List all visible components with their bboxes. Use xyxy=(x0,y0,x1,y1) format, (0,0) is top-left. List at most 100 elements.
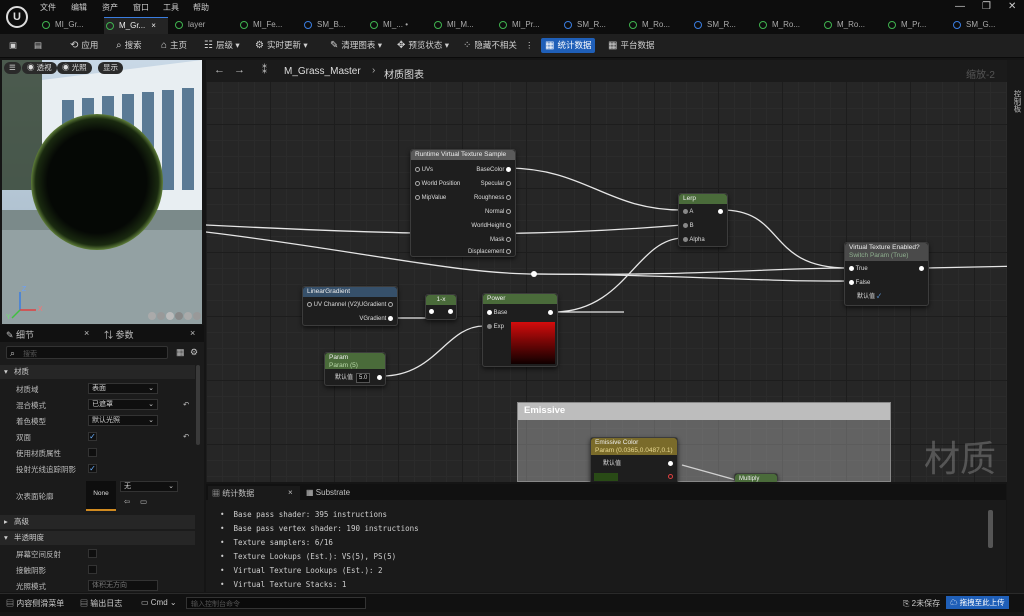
console-command-input[interactable]: 输入控制台命令 xyxy=(186,597,366,609)
node-scalar-param[interactable]: Param Param (5) 默认值 5.0 xyxy=(324,352,386,386)
output-pin[interactable]: Specular xyxy=(481,180,511,188)
subsurface-thumbnail[interactable]: None xyxy=(86,481,116,511)
home-button[interactable]: ⌂ 主页 xyxy=(161,38,187,53)
apply-button[interactable]: ⟲ 应用 xyxy=(70,38,98,53)
breadcrumb-asset[interactable]: M_Grass_Master xyxy=(284,66,361,77)
minimize-button[interactable]: — xyxy=(955,1,965,12)
tab-substrate[interactable]: ▦ Substrate xyxy=(306,488,350,497)
input-pin[interactable]: MipValue xyxy=(415,194,446,202)
cast-ray-traced-shadows-checkbox[interactable]: ✓ xyxy=(88,464,97,473)
hide-unrelated-button[interactable]: ⁘ 隐藏不相关 xyxy=(463,38,517,53)
content-drawer-button[interactable]: ▤ 内容侧滑菜单 xyxy=(6,598,64,609)
tab-asset[interactable]: SM_R... xyxy=(692,17,754,34)
lit-button[interactable]: ◉ 光照 xyxy=(57,62,92,74)
tab-stats[interactable]: ▦ 统计数据 × xyxy=(208,486,300,500)
clean-graph-button[interactable]: ✎ 清理图表 ▾ xyxy=(330,38,382,53)
input-pin[interactable] xyxy=(429,308,434,316)
output-pin[interactable] xyxy=(919,265,924,273)
output-pin[interactable]: Displacement xyxy=(468,248,511,256)
details-scrollbar[interactable] xyxy=(196,365,200,445)
tab-asset[interactable]: SM_R... xyxy=(562,17,624,34)
browse-icon[interactable]: ▤ xyxy=(34,38,42,52)
tab-asset[interactable]: SM_B... xyxy=(302,17,364,34)
node-linear-gradient[interactable]: LinearGradient UV Channel (V2) UGradient… xyxy=(302,286,398,326)
table-view-icon[interactable]: ▦ xyxy=(176,347,185,358)
maximize-button[interactable]: ❐ xyxy=(982,1,991,12)
output-pin[interactable]: Mask xyxy=(490,236,511,244)
palette-strip[interactable]: 控制板 xyxy=(1007,60,1024,593)
input-pin[interactable]: Exp xyxy=(487,323,504,331)
emissive-color-swatch[interactable] xyxy=(594,473,618,481)
section-translucency[interactable]: ▾ 半透明度 xyxy=(0,531,195,545)
tab-asset[interactable]: MI_Gr... xyxy=(40,17,102,34)
input-pin[interactable]: Alpha xyxy=(683,236,705,244)
browse-folder-icon[interactable]: ▭ xyxy=(140,497,147,506)
tab-asset[interactable]: M_Pr... xyxy=(886,17,948,34)
output-pin[interactable]: Normal xyxy=(485,208,511,216)
node-lerp[interactable]: Lerp A B Alpha xyxy=(678,193,728,247)
output-pin[interactable] xyxy=(548,309,553,317)
output-pin[interactable] xyxy=(377,374,382,382)
output-pin[interactable]: WorldHeight xyxy=(471,222,511,230)
input-pin[interactable]: UV Channel (V2) xyxy=(307,301,359,309)
tab-asset[interactable]: MI_Fe... xyxy=(238,17,298,34)
node-emissive-color[interactable]: Emissive Color Param (0.0365,0.0487,0.1) … xyxy=(590,437,678,482)
settings-gear-icon[interactable]: ⚙ xyxy=(190,347,198,358)
hierarchy-button[interactable]: ☷ 层级 ▾ xyxy=(204,38,240,53)
tab-asset[interactable]: M_Ro... xyxy=(627,17,689,34)
preview-state-button[interactable]: ✥ 预览状态 ▾ xyxy=(397,38,449,53)
unsaved-indicator[interactable]: ⎘ 2未保存 xyxy=(903,598,940,609)
output-pin[interactable] xyxy=(718,208,723,216)
node-switch-param[interactable]: Virtual Texture Enabled? Switch Param (Tr… xyxy=(844,242,929,306)
toolbar-more-icon[interactable]: ⋮ xyxy=(525,38,534,52)
two-sided-checkbox[interactable]: ✓ xyxy=(88,432,97,441)
input-pin[interactable]: Base xyxy=(487,309,507,317)
contact-shadows-checkbox[interactable] xyxy=(88,565,97,574)
input-pin[interactable]: World Position xyxy=(415,180,460,188)
tab-asset[interactable]: M_Ro... xyxy=(822,17,884,34)
lighting-mode-combo[interactable]: 体积无方向 xyxy=(88,580,158,591)
output-log-button[interactable]: ▤ 输出日志 xyxy=(80,598,122,609)
material-graph-canvas[interactable]: ← → ⁑ M_Grass_Master › 材质图表 缩放-2 Runtime… xyxy=(206,60,1024,482)
output-pin[interactable]: UGradient xyxy=(359,301,393,309)
shading-model-combo[interactable]: 默认光照 ⌄ xyxy=(88,415,158,426)
preview-viewport[interactable]: ☰ ◉ 透视 ◉ 光照 显示 Z X Y xyxy=(2,60,202,324)
section-material[interactable]: ▾ 材质 xyxy=(0,365,195,379)
live-update-button[interactable]: ⚙ 实时更新 ▾ xyxy=(255,38,308,53)
breadcrumb-section[interactable]: 材质图表 xyxy=(384,66,424,81)
screen-space-reflections-checkbox[interactable] xyxy=(88,549,97,558)
output-pin[interactable]: BaseColor xyxy=(476,166,511,174)
viewport-menu-icon[interactable]: ☰ xyxy=(4,62,21,74)
platform-stats-button[interactable]: ▦ 平台数据 xyxy=(608,38,654,53)
close-window-button[interactable]: ✕ xyxy=(1008,1,1016,12)
input-pin[interactable]: False xyxy=(849,279,870,287)
tab-asset[interactable]: M_Ro... xyxy=(757,17,819,34)
close-details-icon[interactable]: × xyxy=(84,328,89,338)
reset-arrow-icon[interactable]: ↶ xyxy=(183,432,189,441)
back-arrow-icon[interactable]: ← xyxy=(214,64,225,76)
menu-help[interactable]: 帮助 xyxy=(193,2,209,13)
menu-window[interactable]: 窗口 xyxy=(133,2,149,13)
output-pin[interactable]: Roughness xyxy=(474,194,511,202)
tab-asset-active[interactable]: M_Gr... × xyxy=(104,17,168,34)
perspective-button[interactable]: ◉ 透视 xyxy=(22,62,57,74)
material-domain-combo[interactable]: 表面 ⌄ xyxy=(88,383,158,394)
use-material-attributes-checkbox[interactable] xyxy=(88,448,97,457)
node-multiply[interactable]: Multiply xyxy=(734,473,778,482)
unreal-logo-icon[interactable]: U xyxy=(6,6,28,28)
subsurface-combo[interactable]: 无 ⌄ xyxy=(120,481,178,492)
output-pin[interactable] xyxy=(448,308,453,316)
close-stats-icon[interactable]: × xyxy=(288,488,293,497)
show-button[interactable]: 显示 xyxy=(98,62,123,74)
output-pin[interactable]: VGradient xyxy=(359,315,393,323)
menu-asset[interactable]: 资产 xyxy=(102,2,118,13)
node-one-minus[interactable]: 1-x xyxy=(425,294,457,320)
palette-tab[interactable]: 控制板 xyxy=(1012,90,1023,113)
tab-asset[interactable]: MI_... • xyxy=(368,17,430,34)
save-icon[interactable]: ▣ xyxy=(9,38,17,52)
node-runtime-virtual-texture-sample[interactable]: Runtime Virtual Texture Sample UVs World… xyxy=(410,149,516,257)
output-pin[interactable] xyxy=(668,460,673,468)
menu-tools[interactable]: 工具 xyxy=(163,2,179,13)
output-pin[interactable] xyxy=(668,473,673,481)
default-value[interactable]: 默认值 ✓ xyxy=(857,293,881,301)
